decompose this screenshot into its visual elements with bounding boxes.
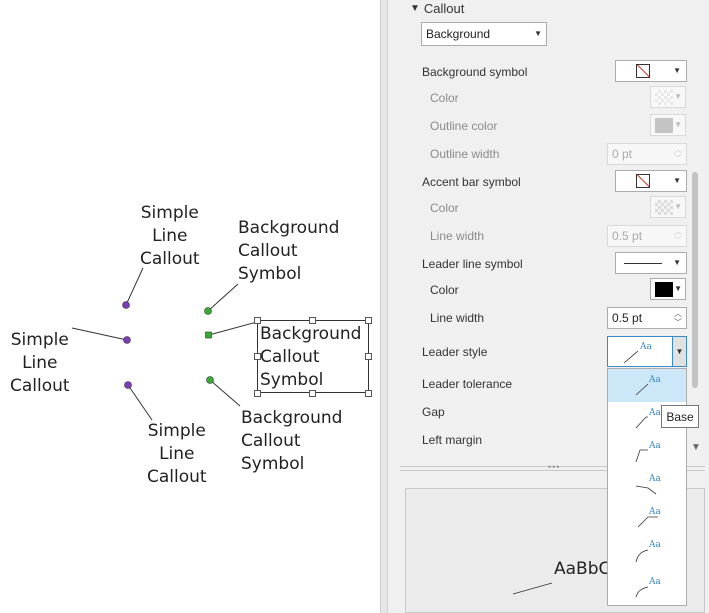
point-marker: [124, 381, 132, 389]
callout-section-header[interactable]: ▼ Callout: [410, 0, 464, 16]
accent-line-width-input[interactable]: 0.5 pt ︿ ﹀: [607, 225, 687, 247]
leader-style-option-icon: [635, 586, 649, 598]
point-marker: [122, 301, 130, 309]
grip-icon[interactable]: •••: [548, 463, 566, 472]
pane-splitter[interactable]: [380, 0, 388, 613]
point-marker: [204, 307, 212, 315]
gap-label: Gap: [422, 405, 445, 419]
leader-color-label: Color: [430, 283, 459, 297]
dropdown-arrow-icon: ▼: [673, 258, 681, 267]
leader-style-option-icon: [637, 516, 658, 528]
callout-label-background-top[interactable]: Background Callout Symbol: [238, 217, 339, 286]
leader-style-option-icon: [635, 485, 657, 495]
left-margin-label: Left margin: [422, 433, 483, 447]
dropdown-arrow-icon: ▼: [673, 176, 681, 185]
leader-style-option-icon: [635, 449, 648, 463]
bg-outline-color-label: Outline color: [430, 119, 498, 133]
accent-color-button[interactable]: ▼: [650, 196, 686, 218]
leader-style-dropdown-list[interactable]: Aa Aa Aa Aa Aa Aa Aa: [607, 368, 687, 606]
leader-style-label: Leader style: [422, 345, 488, 359]
dropdown-arrow-icon[interactable]: ▼: [672, 337, 686, 366]
leader-tolerance-label: Leader tolerance: [422, 377, 513, 391]
transparent-swatch: [655, 90, 673, 105]
symbol-properties-panel: ▼ Callout Background ▼ Background symbol…: [388, 0, 709, 613]
selection-box[interactable]: [257, 320, 369, 393]
preview-text: AaBbC: [554, 559, 611, 579]
callout-label-simple-bottom[interactable]: Simple Line Callout: [147, 420, 207, 489]
point-marker: [206, 376, 214, 384]
leader-style-option[interactable]: Aa: [608, 534, 686, 567]
spinner-arrows-icon[interactable]: ︿ ﹀: [673, 145, 683, 163]
callout-label-simple-left[interactable]: Simple Line Callout: [10, 329, 70, 398]
resize-handle[interactable]: [254, 390, 261, 397]
accent-bar-symbol-label: Accent bar symbol: [422, 175, 521, 189]
background-symbol-button[interactable]: ▼: [615, 60, 687, 82]
chevron-down-icon[interactable]: ▼: [689, 442, 703, 453]
bg-color-button[interactable]: ▼: [650, 86, 686, 108]
dropdown-arrow-icon: ▼: [674, 120, 682, 129]
dropdown-arrow-icon: ▼: [534, 29, 542, 38]
accent-bar-symbol-button[interactable]: ▼: [615, 170, 687, 192]
accent-color-label: Color: [430, 201, 459, 215]
resize-handle[interactable]: [309, 390, 316, 397]
leader-style-option[interactable]: Aa: [608, 435, 686, 468]
spinner-arrows-icon[interactable]: ︿ ﹀: [673, 227, 683, 245]
resize-handle[interactable]: [365, 353, 372, 360]
resize-handle[interactable]: [365, 390, 372, 397]
leader-style-option[interactable]: Aa: [608, 468, 686, 501]
callout-label-background-bottom[interactable]: Background Callout Symbol: [241, 407, 342, 476]
leader-style-option-icon: [635, 549, 649, 563]
section-title: Callout: [423, 0, 465, 16]
spinner-arrows-icon[interactable]: ︿ ﹀: [673, 309, 683, 327]
resize-handle[interactable]: [365, 317, 372, 324]
leader-lines: [71, 267, 258, 421]
bg-color-label: Color: [430, 91, 459, 105]
leader-style-preview-icon: [623, 350, 639, 364]
leader-style-option[interactable]: Aa: [608, 501, 686, 534]
gray-swatch: [655, 118, 673, 133]
selected-point-marker: [205, 331, 212, 339]
leader-line-width-input[interactable]: 0.5 pt ︿ ﹀: [607, 307, 687, 329]
callout-label-simple-top[interactable]: Simple Line Callout: [140, 202, 200, 271]
no-symbol-icon: [636, 174, 650, 188]
resize-handle[interactable]: [254, 353, 261, 360]
leader-line-width-label: Line width: [430, 311, 485, 325]
line-symbol-icon: [624, 263, 662, 264]
transparent-swatch: [655, 200, 673, 215]
leader-line-symbol-button[interactable]: ▼: [615, 252, 687, 274]
leader-style-option-icon: [635, 383, 649, 396]
leader-style-select[interactable]: Aa ▼: [607, 336, 687, 367]
bg-outline-width-input[interactable]: 0 pt ︿ ﹀: [607, 143, 687, 165]
leader-color-button[interactable]: ▼: [650, 278, 686, 300]
leader-style-option[interactable]: Aa: [608, 567, 686, 600]
callout-type-select[interactable]: Background ▼: [421, 22, 547, 46]
black-swatch: [655, 282, 673, 297]
map-canvas[interactable]: Simple Line Callout Simple Line Callout …: [0, 0, 380, 613]
dropdown-arrow-icon: ▼: [674, 202, 682, 211]
bg-outline-color-button[interactable]: ▼: [650, 114, 686, 136]
dropdown-arrow-icon: ▼: [674, 284, 682, 293]
dropdown-arrow-icon: ▼: [673, 66, 681, 75]
scrollbar-thumb[interactable]: [692, 172, 698, 388]
no-symbol-icon: [636, 64, 650, 78]
leader-line-symbol-label: Leader line symbol: [422, 257, 523, 271]
dropdown-arrow-icon: ▼: [674, 92, 682, 101]
resize-handle[interactable]: [254, 317, 261, 324]
panel-scrollbar[interactable]: ▼: [689, 0, 703, 455]
accent-line-width-label: Line width: [430, 229, 485, 243]
leader-style-option[interactable]: Aa: [608, 369, 686, 402]
background-symbol-label: Background symbol: [422, 65, 528, 79]
point-marker: [123, 336, 131, 344]
tooltip: Base: [661, 405, 699, 428]
bg-outline-width-label: Outline width: [430, 147, 500, 161]
chevron-down-icon: ▼: [410, 2, 420, 14]
resize-handle[interactable]: [309, 317, 316, 324]
